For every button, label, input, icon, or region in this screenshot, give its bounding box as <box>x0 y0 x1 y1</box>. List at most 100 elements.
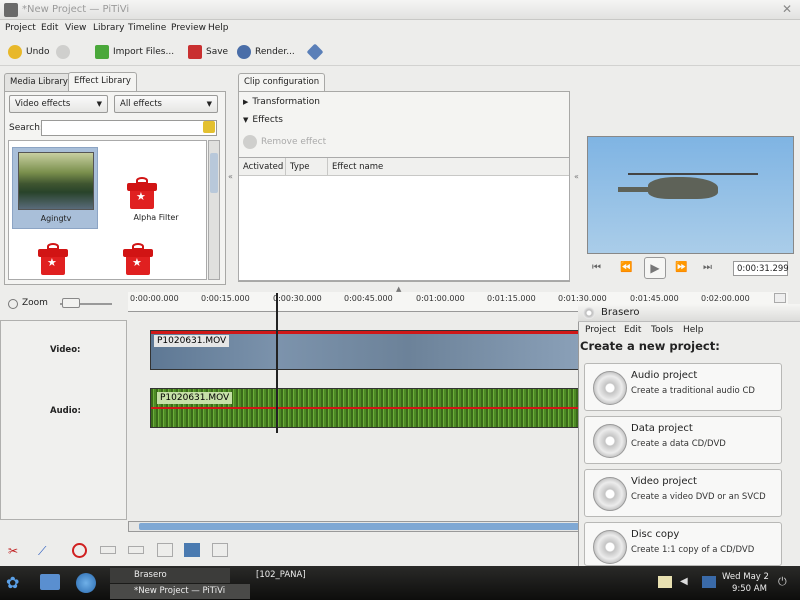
helicopter-tail <box>618 187 658 192</box>
menu-preview[interactable]: Preview <box>171 23 206 33</box>
pane-handle[interactable]: « <box>574 172 579 181</box>
unlink-icon[interactable] <box>100 546 116 554</box>
effect-category-select[interactable]: Video effects ▼ <box>9 95 108 113</box>
import-files-button[interactable]: Import Files... <box>95 44 174 60</box>
play-button[interactable]: ▶ <box>644 257 666 279</box>
effect-item-alpha-filter[interactable]: ★ Alpha Filter <box>113 147 199 229</box>
brasero-menu-edit[interactable]: Edit <box>624 325 641 335</box>
tab-clip-configuration[interactable]: Clip configuration <box>238 73 326 92</box>
volume-icon[interactable]: ◀ <box>680 576 692 588</box>
tab-media-library[interactable]: Media Library <box>4 73 74 91</box>
network-icon[interactable] <box>702 576 716 588</box>
clip-selection-line <box>151 407 581 409</box>
menu-project[interactable]: Project <box>5 23 36 33</box>
save-icon <box>188 45 202 59</box>
audio-clip[interactable]: P1020631.MOV <box>150 388 581 428</box>
data-cd-icon <box>593 424 627 458</box>
rewind-icon[interactable]: ⏪ <box>620 262 632 273</box>
ungroup-icon[interactable] <box>184 543 200 557</box>
menu-view[interactable]: View <box>65 23 86 33</box>
disc-copy-desc: Create 1:1 copy of a CD/DVD <box>631 545 755 555</box>
menu-help[interactable]: Help <box>208 23 229 33</box>
skip-to-end-icon[interactable]: ⏭ <box>703 262 712 273</box>
timecode-field[interactable]: 0:00:31.299 <box>733 261 789 276</box>
disc-copy-button[interactable]: Disc copy Create 1:1 copy of a CD/DVD <box>584 522 782 566</box>
brasero-app-icon <box>583 307 595 319</box>
clock-time[interactable]: 9:50 AM <box>732 584 767 594</box>
brasero-menu-project[interactable]: Project <box>585 325 616 335</box>
power-icon[interactable]: ⏻ <box>778 575 792 589</box>
close-icon[interactable]: ✕ <box>782 2 792 16</box>
link-icon[interactable] <box>128 546 144 554</box>
search-input[interactable] <box>41 120 217 136</box>
ruler-label: 0:01:00.000 <box>416 294 465 303</box>
zoom-slider-handle[interactable] <box>62 298 80 308</box>
audio-project-button[interactable]: Audio project Create a traditional audio… <box>584 363 782 411</box>
helicopter-rotor <box>628 173 758 175</box>
align-icon[interactable] <box>212 543 228 557</box>
menu-timeline[interactable]: Timeline <box>128 23 166 33</box>
column-type[interactable]: Type <box>286 158 328 176</box>
video-clip[interactable]: P1020631.MOV <box>150 330 581 370</box>
import-label: Import Files... <box>113 47 175 57</box>
gift-icon[interactable]: ★ <box>123 243 153 275</box>
playhead[interactable] <box>276 293 278 433</box>
column-effect-name[interactable]: Effect name <box>328 158 569 176</box>
column-activated[interactable]: Activated <box>239 158 286 176</box>
brasero-heading: Create a new project: <box>580 339 720 353</box>
effects-expander[interactable]: ▼ Effects <box>243 115 283 125</box>
effect-item-agingtv[interactable]: Agingtv <box>12 147 98 229</box>
video-cd-icon <box>593 477 627 511</box>
redo-icon <box>56 45 70 59</box>
brasero-menu-help[interactable]: Help <box>683 325 704 335</box>
fast-forward-icon[interactable]: ⏩ <box>675 262 687 273</box>
menu-library[interactable]: Library <box>93 23 124 33</box>
task-folder[interactable]: [102_PANA] <box>236 568 356 583</box>
brasero-menu-tools[interactable]: Tools <box>651 325 673 335</box>
effects-scrollbar[interactable] <box>208 140 220 280</box>
menu-bar: Project Edit View Library Timeline Previ… <box>0 20 800 37</box>
render-label: Render... <box>255 47 295 57</box>
group-icon[interactable] <box>157 543 173 557</box>
browser-icon[interactable] <box>76 573 96 593</box>
start-menu-icon[interactable]: ✿ <box>6 573 28 593</box>
video-track-label: Video: <box>50 345 81 355</box>
gift-icon: ★ <box>127 177 157 209</box>
undo-label: Undo <box>26 47 50 57</box>
undo-button[interactable]: Undo <box>8 44 50 60</box>
menu-edit[interactable]: Edit <box>41 23 58 33</box>
undo-icon <box>8 45 22 59</box>
home-folder-icon[interactable] <box>40 574 60 590</box>
remove-effect-button[interactable]: Remove effect <box>243 132 326 152</box>
pane-handle[interactable]: « <box>228 172 233 181</box>
tab-effect-library[interactable]: Effect Library <box>68 72 137 91</box>
transformation-expander[interactable]: ▶ Transformation <box>243 97 320 107</box>
brasero-titlebar: Brasero <box>578 304 800 322</box>
taskbar: ✿ Brasero [102_PANA] *New Project — PiTi… <box>0 566 800 600</box>
delete-icon[interactable] <box>72 543 87 558</box>
scrollbar-thumb[interactable] <box>210 153 218 193</box>
effect-filter-select[interactable]: All effects ▼ <box>114 95 218 113</box>
chevron-down-icon: ▼ <box>96 100 102 108</box>
clear-search-icon[interactable] <box>203 121 215 133</box>
timeline-scrollbar[interactable] <box>128 521 580 532</box>
redo-button[interactable] <box>56 44 70 60</box>
chevron-down-icon: ▼ <box>206 100 212 108</box>
scrollbar-thumb[interactable] <box>139 523 579 530</box>
clock-date[interactable]: Wed May 2 <box>722 572 769 582</box>
task-pitivi[interactable]: *New Project — PiTiVi <box>110 584 250 599</box>
save-button[interactable]: Save <box>188 44 228 60</box>
render-button[interactable]: Render... <box>237 44 295 60</box>
video-project-button[interactable]: Video project Create a video DVD or an S… <box>584 469 782 517</box>
task-brasero[interactable]: Brasero <box>110 568 230 583</box>
audio-cd-icon <box>593 371 627 405</box>
data-project-button[interactable]: Data project Create a data CD/DVD <box>584 416 782 464</box>
gift-icon[interactable]: ★ <box>38 243 68 275</box>
fullscreen-arrows-icon <box>306 43 324 61</box>
split-icon[interactable]: ✂ <box>8 544 22 558</box>
keyframe-icon[interactable]: ⟋ <box>38 544 52 558</box>
skip-to-start-icon[interactable]: ⏮ <box>592 262 601 273</box>
clipboard-icon[interactable] <box>658 576 672 588</box>
fullscreen-button[interactable] <box>306 43 324 61</box>
effects-list: Agingtv ★ Alpha Filter ★ ★ <box>8 140 207 280</box>
